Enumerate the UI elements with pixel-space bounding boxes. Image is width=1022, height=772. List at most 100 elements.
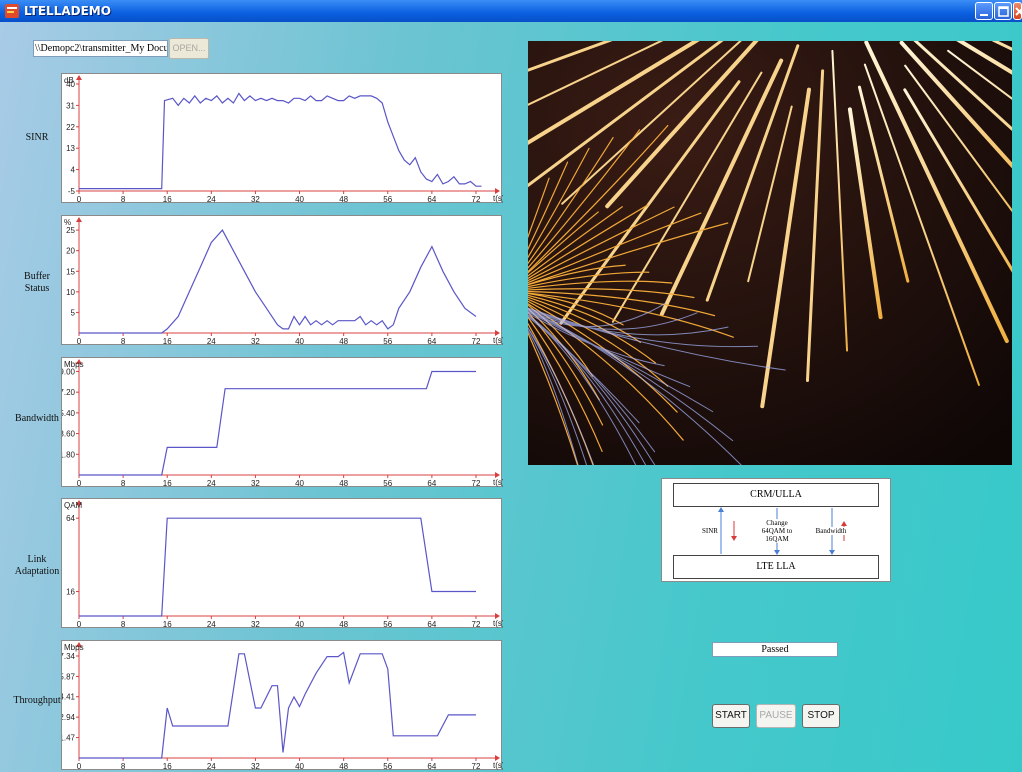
minimize-icon xyxy=(980,14,988,16)
x-tick-label: 8 xyxy=(121,620,126,629)
x-tick-label: 40 xyxy=(295,762,304,771)
adaptation-diagram: CRM/ULLA LTE LLA SINR Change 64QAM to 16… xyxy=(661,478,891,582)
sinr-chart: dBt(s)081624324048566472-5413223140 xyxy=(61,73,503,204)
y-tick-label: 16 xyxy=(66,588,75,597)
x-tick-label: 24 xyxy=(207,620,216,629)
x-tick-label: 64 xyxy=(427,337,436,346)
sinr-arrow-label: SINR xyxy=(702,527,718,535)
series-line xyxy=(79,229,477,334)
start-button[interactable]: START xyxy=(712,704,750,728)
x-tick-label: 8 xyxy=(121,337,126,346)
x-tick-label: 64 xyxy=(427,479,436,488)
x-tick-label: 48 xyxy=(339,762,348,771)
x-unit-label: t(s) xyxy=(493,336,503,345)
x-tick-label: 8 xyxy=(121,762,126,771)
y-tick-label: 64 xyxy=(66,514,75,523)
buffer-status-label: Buffer Status xyxy=(24,271,50,294)
bandwidth-label: Bandwidth xyxy=(15,413,59,424)
y-tick-label: -5 xyxy=(68,187,76,196)
y-tick-label: 10 xyxy=(66,288,75,297)
y-tick-label: 22 xyxy=(66,123,75,132)
series-line xyxy=(79,370,476,476)
bandwidth-plot: Mbpst(s)0816243240485664721.803.605.407.… xyxy=(62,359,503,488)
window-title: LTELLADEMO xyxy=(24,4,111,18)
x-tick-label: 56 xyxy=(383,620,392,629)
buffer-status-plot: %t(s)081624324048566472510152025 xyxy=(64,217,503,346)
x-tick-label: 72 xyxy=(472,195,481,204)
throughput-label: Throughput xyxy=(13,695,61,706)
link-adaptation-plot: QAM t(s) 0 8 16 24 32 40 48 56 64 72 16 64 xyxy=(64,500,503,629)
bandwidth-chart: Mbpst(s)0816243240485664721.803.605.407.… xyxy=(61,357,503,488)
x-tick-label: 56 xyxy=(383,337,392,346)
close-button[interactable] xyxy=(1013,2,1022,20)
fireworks-image xyxy=(528,41,1012,465)
link-adaptation-chart: QAM t(s) 0 8 16 24 32 40 48 56 64 72 16 64 xyxy=(61,498,503,629)
x-tick-label: 72 xyxy=(472,762,481,771)
y-tick-label: 20 xyxy=(66,247,75,256)
x-tick-label: 72 xyxy=(472,337,481,346)
video-frame xyxy=(528,41,1012,465)
y-tick-label: 1.47 xyxy=(62,734,76,743)
open-button[interactable]: OPEN... xyxy=(169,38,209,59)
x-tick-label: 64 xyxy=(427,195,436,204)
y-tick-label: 5.87 xyxy=(62,672,76,681)
y-tick-label: 13 xyxy=(66,144,75,153)
file-path-field[interactable]: \\Demopc2\transmitter_My Docu xyxy=(33,40,168,57)
x-unit-label: t(s) xyxy=(493,478,503,487)
x-tick-label: 40 xyxy=(295,620,304,629)
sinr-plot: dBt(s)081624324048566472-5413223140 xyxy=(64,75,503,204)
series-line xyxy=(79,651,476,759)
x-tick-label: 56 xyxy=(383,762,392,771)
main-window: \\Demopc2\transmitter_My Docu OPEN... SI… xyxy=(0,22,1022,772)
x-tick-label: 24 xyxy=(207,337,216,346)
modulation-change-label: Change 64QAM to 16QAM xyxy=(756,519,798,543)
x-tick-label: 0 xyxy=(77,620,82,629)
x-tick-label: 8 xyxy=(121,195,126,204)
y-tick-label: 9.00 xyxy=(62,367,76,376)
buffer-status-chart: %t(s)081624324048566472510152025 xyxy=(61,215,503,346)
x-tick-label: 72 xyxy=(472,620,481,629)
x-tick-label: 16 xyxy=(163,337,172,346)
x-tick-label: 0 xyxy=(77,195,82,204)
y-axis-arrow-icon xyxy=(76,75,82,80)
bandwidth-arrow-label: Bandwidth xyxy=(812,527,850,535)
series-line xyxy=(79,92,482,190)
y-tick-label: 40 xyxy=(66,80,75,89)
x-tick-label: 16 xyxy=(163,620,172,629)
y-tick-label: 25 xyxy=(66,226,75,235)
x-unit-label: t(s) xyxy=(493,194,503,203)
x-tick-label: 40 xyxy=(295,337,304,346)
x-tick-label: 16 xyxy=(163,479,172,488)
x-tick-label: 64 xyxy=(427,762,436,771)
x-tick-label: 16 xyxy=(163,762,172,771)
x-tick-label: 48 xyxy=(339,337,348,346)
pause-button[interactable]: PAUSE xyxy=(756,704,796,728)
x-tick-label: 32 xyxy=(251,195,260,204)
x-tick-label: 56 xyxy=(383,195,392,204)
y-tick-label: 5.40 xyxy=(62,409,76,418)
x-tick-label: 0 xyxy=(77,337,82,346)
close-icon xyxy=(1015,7,1022,16)
y-tick-label: 31 xyxy=(66,101,75,110)
x-tick-label: 8 xyxy=(121,479,126,488)
y-tick-label: 7.34 xyxy=(62,652,76,661)
x-unit-label: t(s) xyxy=(493,619,503,628)
x-tick-label: 24 xyxy=(207,479,216,488)
y-tick-label: 4.41 xyxy=(62,693,76,702)
title-bar: LTELLADEMO xyxy=(0,0,1022,22)
maximize-button[interactable] xyxy=(994,2,1012,20)
x-tick-label: 24 xyxy=(207,762,216,771)
x-unit-label: t(s) xyxy=(493,761,503,770)
throughput-plot: Mbps t(s) 0 8 16 24 32 40 48 56 64 72 1.47 2.94 4.41 5.… xyxy=(62,642,503,771)
y-tick-label: 1.80 xyxy=(62,450,76,459)
x-tick-label: 56 xyxy=(383,479,392,488)
y-tick-label: 2.94 xyxy=(62,713,76,722)
stop-button[interactable]: STOP xyxy=(802,704,840,728)
x-tick-label: 40 xyxy=(295,195,304,204)
y-tick-label: 7.20 xyxy=(62,388,76,397)
x-tick-label: 32 xyxy=(251,620,260,629)
minimize-button[interactable] xyxy=(975,2,993,20)
y-unit-label: Mbps xyxy=(64,643,84,652)
series-line xyxy=(79,517,476,617)
status-field: Passed xyxy=(712,642,838,657)
